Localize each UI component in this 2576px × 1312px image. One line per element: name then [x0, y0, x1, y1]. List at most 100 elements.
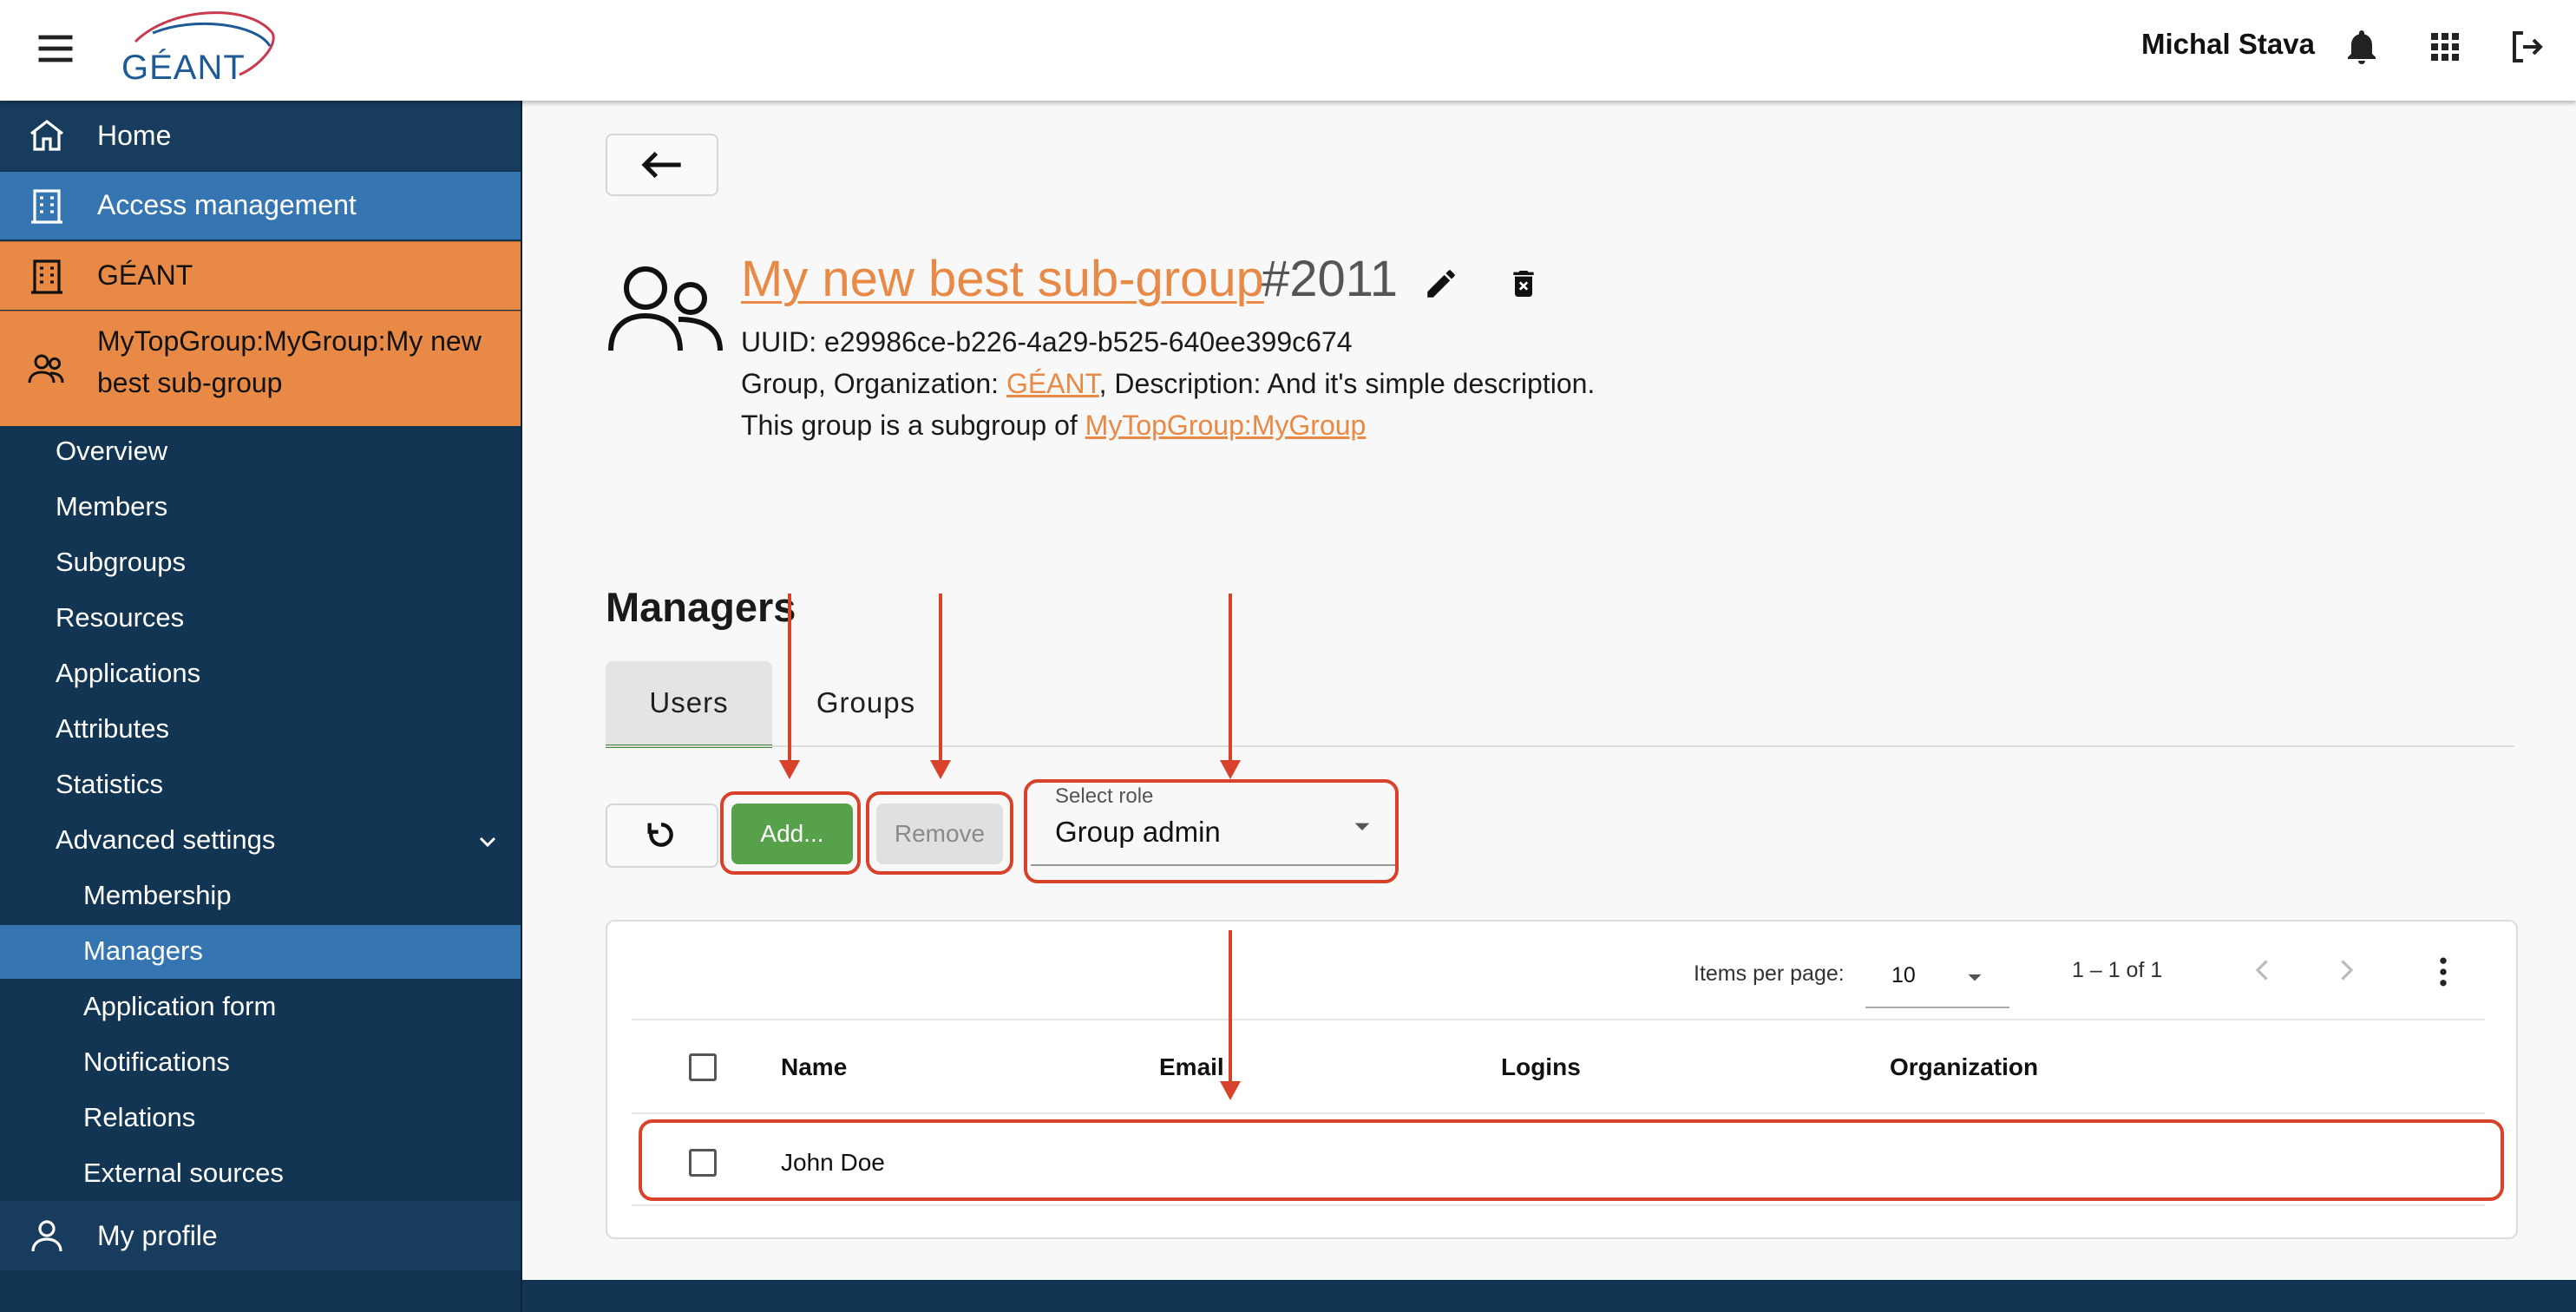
sidebar-item-resources[interactable]: Resources — [0, 592, 521, 646]
sidebar-item-label: My profile — [97, 1220, 218, 1251]
annotation-arrowhead-remove — [930, 760, 951, 779]
group-id: #2011 — [1262, 251, 1398, 307]
annotation-box-remove — [866, 791, 1013, 875]
sidebar-item-my-profile[interactable]: My profile — [0, 1201, 521, 1270]
sidebar-item-label: External sources — [83, 1158, 284, 1188]
sidebar-item-label: Managers — [83, 935, 203, 966]
sidebar-item-label: Home — [97, 120, 172, 151]
items-per-page-underline — [1865, 1007, 2009, 1008]
arrow-left-icon — [641, 151, 681, 179]
items-per-page-label: Items per page: — [1694, 961, 1845, 986]
tab-label: Groups — [816, 686, 916, 718]
building-icon — [31, 189, 62, 224]
refresh-icon — [647, 823, 673, 847]
sidebar-item-label: Applications — [56, 658, 201, 688]
table-divider — [632, 1019, 2485, 1020]
sidebar-item-home[interactable]: Home — [0, 101, 521, 170]
column-header-email[interactable]: Email — [1159, 1053, 1224, 1081]
sidebar-item-label: Attributes — [56, 713, 169, 744]
delete-icon[interactable] — [1506, 266, 1541, 302]
building-icon — [31, 259, 62, 294]
sidebar-item-overview[interactable]: Overview — [0, 425, 521, 479]
top-header: GÉANT Michal Stava — [0, 0, 2576, 101]
edit-icon[interactable] — [1423, 266, 1459, 302]
sidebar-item-application-form[interactable]: Application form — [0, 981, 521, 1034]
sidebar-item-label: Notifications — [83, 1046, 230, 1077]
sidebar-item-applications[interactable]: Applications — [0, 647, 521, 701]
user-name[interactable]: Michal Stava — [2141, 28, 2315, 61]
sidebar-item-current-group[interactable]: MyTopGroup:MyGroup:My new best sub-group — [0, 311, 521, 426]
home-icon — [30, 119, 63, 151]
group-description: , Description: And it's simple descripti… — [1098, 368, 1596, 399]
sidebar-item-label: Advanced settings — [56, 824, 276, 855]
sidebar-item-label: GÉANT — [97, 259, 193, 291]
annotation-arrowhead-add — [779, 760, 800, 779]
logout-icon[interactable] — [2506, 26, 2547, 68]
select-all-checkbox[interactable] — [689, 1053, 717, 1081]
sidebar-item-label-line1: MyTopGroup:MyGroup:My new — [97, 325, 482, 357]
sidebar-item-subgroups[interactable]: Subgroups — [0, 536, 521, 590]
items-per-page-value: 10 — [1891, 963, 1916, 987]
section-title: Managers — [606, 584, 796, 630]
tab-groups[interactable]: Groups — [781, 661, 951, 745]
sidebar-item-notifications[interactable]: Notifications — [0, 1036, 521, 1090]
bell-icon[interactable] — [2341, 26, 2383, 68]
group-org-line: Group, Organization: GÉANT, Description:… — [741, 368, 1595, 400]
tabs-divider — [606, 745, 2514, 747]
sidebar-item-label: Statistics — [56, 769, 164, 799]
menu-icon[interactable] — [33, 26, 78, 71]
org-prefix: Group, Organization: — [741, 368, 1006, 399]
table-divider — [632, 1204, 2485, 1206]
sidebar-item-label: Membership — [83, 880, 232, 910]
group-icon — [28, 354, 64, 384]
column-header-logins[interactable]: Logins — [1501, 1053, 1581, 1081]
dropdown-arrow-icon — [1968, 974, 1982, 981]
sidebar-item-label: Subgroups — [56, 547, 186, 577]
chevron-down-icon — [479, 836, 496, 848]
person-icon — [31, 1220, 62, 1252]
page-range: 1 – 1 of 1 — [2072, 958, 2163, 982]
sidebar-item-attributes[interactable]: Attributes — [0, 703, 521, 757]
column-header-name[interactable]: Name — [781, 1053, 847, 1081]
annotation-box-add — [720, 791, 861, 875]
refresh-button[interactable] — [606, 804, 718, 868]
annotation-arrowhead-row — [1220, 1081, 1241, 1100]
org-link[interactable]: GÉANT — [1006, 368, 1099, 399]
column-header-organization[interactable]: Organization — [1890, 1053, 2038, 1081]
sidebar-item-label: Relations — [83, 1102, 196, 1132]
annotation-box-role-select — [1024, 779, 1399, 883]
sidebar-item-access-management[interactable]: Access management — [0, 172, 521, 239]
footer-bar — [522, 1280, 2576, 1312]
sidebar-item-geant[interactable]: GÉANT — [0, 241, 521, 310]
parent-group-link[interactable]: MyTopGroup:MyGroup — [1085, 410, 1367, 441]
sidebar-item-advanced-settings[interactable]: Advanced settings — [0, 814, 521, 868]
sidebar-item-label: Access management — [97, 189, 357, 220]
back-button[interactable] — [606, 134, 718, 196]
annotation-arrow-role — [1229, 594, 1232, 764]
apps-grid-icon[interactable] — [2424, 26, 2466, 68]
subgroup-prefix: This group is a subgroup of — [741, 410, 1085, 441]
group-uuid: UUID: e29986ce-b226-4a29-b525-640ee399c6… — [741, 326, 1353, 358]
sidebar-item-statistics[interactable]: Statistics — [0, 758, 521, 812]
chevron-left-icon[interactable] — [2247, 954, 2278, 986]
sidebar-item-relations[interactable]: Relations — [0, 1092, 521, 1145]
tab-label: Users — [649, 686, 729, 718]
sidebar-item-managers[interactable]: Managers — [0, 925, 521, 979]
sidebar-item-membership[interactable]: Membership — [0, 869, 521, 923]
items-per-page-select[interactable]: 10 — [1865, 948, 2009, 1008]
group-parent-line: This group is a subgroup of MyTopGroup:M… — [741, 410, 1366, 442]
more-vert-icon[interactable] — [2424, 953, 2462, 991]
sidebar-item-external-sources[interactable]: External sources — [0, 1147, 521, 1201]
annotation-arrow-remove — [939, 594, 942, 764]
group-title-link[interactable]: My new best sub-group — [741, 250, 1264, 308]
annotation-arrow-row — [1229, 930, 1232, 1095]
sidebar-item-members[interactable]: Members — [0, 481, 521, 535]
annotation-arrowhead-role — [1220, 760, 1241, 779]
geant-logo[interactable]: GÉANT — [118, 7, 283, 90]
chevron-right-icon[interactable] — [2330, 954, 2362, 986]
tab-users[interactable]: Users — [606, 661, 772, 748]
sidebar: Home Access management GÉANT MyTopGroup:… — [0, 101, 522, 1312]
annotation-box-table-row — [639, 1119, 2504, 1201]
logo-text: GÉANT — [121, 49, 246, 87]
sidebar-item-label-line2: best sub-group — [97, 367, 283, 398]
